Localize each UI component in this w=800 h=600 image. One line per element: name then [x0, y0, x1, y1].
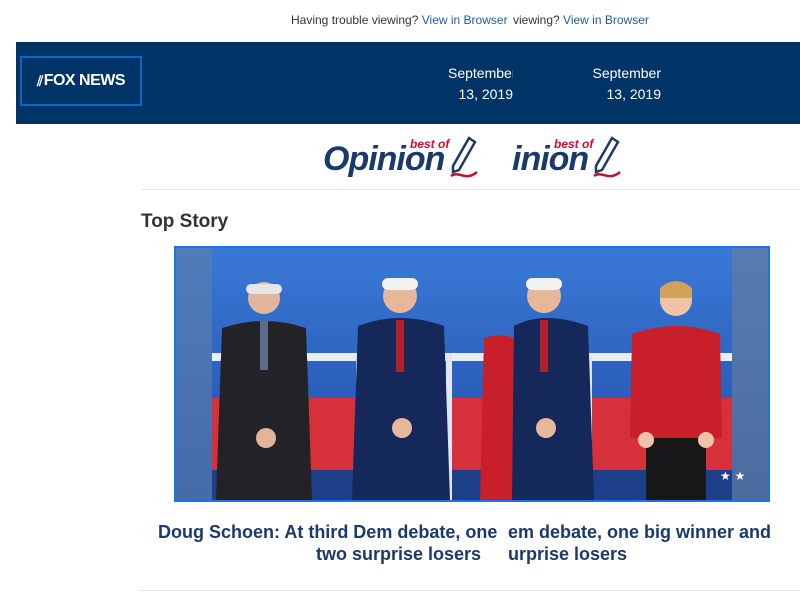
best-of-opinion-banner-left: best of Opinion [323, 132, 513, 186]
date-line2: 13, 2019 [606, 86, 662, 102]
date-line1: September [592, 65, 661, 81]
view-in-browser-link-dup[interactable]: View in Browser [563, 13, 649, 27]
trouble-text-dup: viewing? [513, 13, 560, 27]
trouble-viewing-left: Having trouble viewing? View in Browser [291, 13, 513, 33]
fox-logo-mark-icon: ⫽ [36, 72, 43, 89]
opinion-title: Opinion [323, 140, 445, 178]
fox-news-logo[interactable]: ⫽ FOX NEWS [20, 56, 142, 106]
trouble-viewing-right: viewing? View in Browser [513, 13, 649, 27]
email-header: ⫽ FOX NEWS September 13, 2019 September … [16, 42, 800, 124]
top-story-image[interactable]: ★ ★ [174, 246, 770, 502]
header-date-right: September 13, 2019 [592, 63, 661, 105]
divider-top [141, 189, 800, 190]
view-in-browser-link[interactable]: View in Browser [422, 13, 508, 27]
section-title: Top Story [141, 211, 229, 232]
divider-bottom [141, 590, 800, 591]
pen-icon [593, 136, 621, 178]
best-of-opinion-banner-right: best of inion [512, 132, 624, 186]
star-decor-icon: ★ ★ [720, 469, 745, 483]
logo-text: FOX NEWS [43, 72, 126, 89]
headline-right-line1[interactable]: em debate, one big winner and [508, 521, 771, 543]
header-date-left: September 13, 2019 [448, 63, 513, 105]
date-line2: 13, 2019 [458, 86, 514, 102]
headline-left-line1[interactable]: Doug Schoen: At third Dem debate, one [158, 521, 508, 543]
date-line1: September [448, 65, 513, 81]
opinion-title-dup: inion [512, 140, 589, 178]
headline-left-line2[interactable]: two surprise losers [316, 543, 486, 565]
pen-icon [450, 136, 478, 178]
trouble-text: Having trouble viewing? [291, 13, 419, 27]
headline-right-line2[interactable]: urprise losers [508, 543, 627, 565]
debate-stage-illustration: ★ ★ [176, 248, 768, 500]
candidate-partial-red [480, 335, 516, 500]
